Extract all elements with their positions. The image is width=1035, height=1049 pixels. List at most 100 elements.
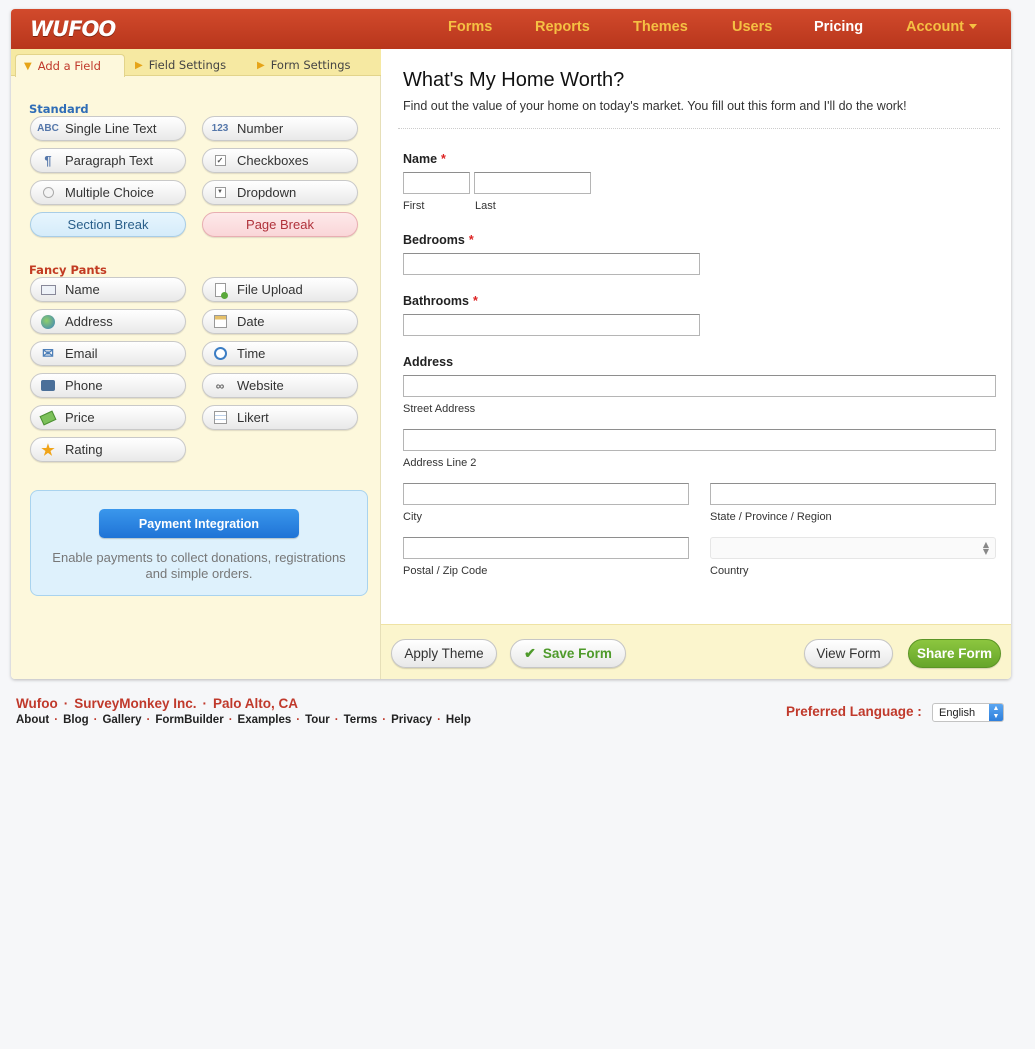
field-label: Email [65,346,98,361]
star-icon: ★ [41,441,55,459]
label-text: Bathrooms [403,294,469,308]
street-address-input[interactable] [403,375,996,397]
field-label: Paragraph Text [65,153,153,168]
add-multiple-choice-button[interactable]: Multiple Choice [30,180,186,205]
footer-link-tour[interactable]: Tour [305,714,330,726]
chevron-down-icon [969,23,977,29]
footer-link-about[interactable]: About [16,714,49,726]
footer-link-formbuilder[interactable]: FormBuilder [155,714,223,726]
footer-link-terms[interactable]: Terms [344,714,378,726]
city-sublabel: City [403,511,422,523]
add-phone-button[interactable]: Phone [30,373,186,398]
nav-account-label: Account [906,19,964,35]
footer-link-help[interactable]: Help [446,714,471,726]
save-form-label: Save Form [542,646,612,661]
checkbox-icon: ✓ [211,154,229,168]
tab-label: Add a Field [37,59,101,73]
money-icon [39,410,57,425]
add-email-button[interactable]: ✉ Email [30,341,186,366]
footer-link-gallery[interactable]: Gallery [102,714,141,726]
phone-icon [39,379,57,393]
triangle-right-icon: ▶ [257,59,265,71]
add-likert-button[interactable]: Likert [202,405,358,430]
envelope-icon: ✉ [42,345,54,361]
separator-dot: · [63,696,69,711]
country-sublabel: Country [710,565,749,577]
nav-pricing[interactable]: Pricing [814,19,863,35]
footer-link-blog[interactable]: Blog [63,714,89,726]
nav-forms[interactable]: Forms [448,19,492,35]
separator-dot: · [93,714,98,726]
add-paragraph-text-button[interactable]: ¶ Paragraph Text [30,148,186,173]
bedrooms-input[interactable] [403,253,700,275]
payment-description: Enable payments to collect donations, re… [52,550,346,581]
add-file-upload-button[interactable]: File Upload [202,277,358,302]
label-text: Name [403,152,438,166]
calendar-icon [211,315,229,329]
zip-input[interactable] [403,537,689,559]
address-field-label[interactable]: Address [403,355,453,369]
abc-icon: ABC [37,123,59,134]
add-page-break-button[interactable]: Page Break [202,212,358,237]
add-rating-button[interactable]: ★ Rating [30,437,186,462]
address-line-2-input[interactable] [403,429,996,451]
state-sublabel: State / Province / Region [710,511,832,523]
globe-icon [39,314,57,329]
save-form-button[interactable]: ✔ Save Form [510,639,626,668]
apply-theme-button[interactable]: Apply Theme [391,639,497,668]
top-navigation-bar: WUFOO Forms Reports Themes Users Pricing… [11,9,1011,49]
wufoo-logo[interactable]: WUFOO [30,15,116,43]
tab-form-settings[interactable]: ▶ Form Settings [257,54,351,76]
fancy-pants-section-title: Fancy Pants [29,263,107,277]
tab-field-settings[interactable]: ▶ Field Settings [135,54,226,76]
name-field-label[interactable]: Name * [403,152,446,166]
123-icon: 123 [211,123,229,134]
country-select[interactable]: ▲ ▼ [710,537,996,559]
paragraph-icon: ¶ [44,153,52,168]
tab-label: Form Settings [270,58,351,72]
separator-dot: · [296,714,301,726]
tab-add-a-field[interactable]: ▼ Add a Field [15,54,125,77]
last-name-input[interactable] [474,172,591,194]
form-title[interactable]: What's My Home Worth? [403,69,624,92]
triangle-down-icon: ▼ [24,60,32,72]
add-checkboxes-button[interactable]: ✓ Checkboxes [202,148,358,173]
field-label: Rating [65,442,103,457]
bathrooms-field-label[interactable]: Bathrooms * [403,294,478,308]
add-dropdown-button[interactable]: ▼ Dropdown [202,180,358,205]
first-name-input[interactable] [403,172,470,194]
add-number-button[interactable]: 123 Number [202,116,358,141]
last-sublabel: Last [475,200,496,212]
field-label: Single Line Text [65,121,157,136]
standard-section-title: Standard [29,102,89,116]
add-address-button[interactable]: Address [30,309,186,334]
add-website-button[interactable]: ∞ Website [202,373,358,398]
footer-link-examples[interactable]: Examples [238,714,292,726]
add-time-button[interactable]: Time [202,341,358,366]
nav-reports[interactable]: Reports [535,19,590,35]
city-input[interactable] [403,483,689,505]
street-address-sublabel: Street Address [403,403,476,415]
nav-themes[interactable]: Themes [633,19,688,35]
state-input[interactable] [710,483,996,505]
payment-integration-button[interactable]: Payment Integration [99,509,299,538]
add-date-button[interactable]: Date [202,309,358,334]
preferred-language-label: Preferred Language : [786,704,922,719]
share-form-button[interactable]: Share Form [908,639,1001,668]
nav-users[interactable]: Users [732,19,772,35]
bathrooms-input[interactable] [403,314,700,336]
language-select[interactable]: English ▲ ▼ [932,703,1004,722]
add-single-line-text-button[interactable]: ABC Single Line Text [30,116,186,141]
footer-link-privacy[interactable]: Privacy [391,714,432,726]
add-price-button[interactable]: Price [30,405,186,430]
separator-dot: · [382,714,387,726]
view-form-button[interactable]: View Form [804,639,893,668]
address-line-2-sublabel: Address Line 2 [403,457,477,469]
footer-links: About · Blog · Gallery · FormBuilder · Examples ·… [16,714,471,726]
nav-account[interactable]: Account [906,19,977,35]
form-description[interactable]: Find out the value of your home on today… [403,99,907,113]
bedrooms-field-label[interactable]: Bedrooms * [403,233,474,247]
add-name-button[interactable]: Name [30,277,186,302]
dropdown-icon: ▼ [211,186,229,200]
add-section-break-button[interactable]: Section Break [30,212,186,237]
